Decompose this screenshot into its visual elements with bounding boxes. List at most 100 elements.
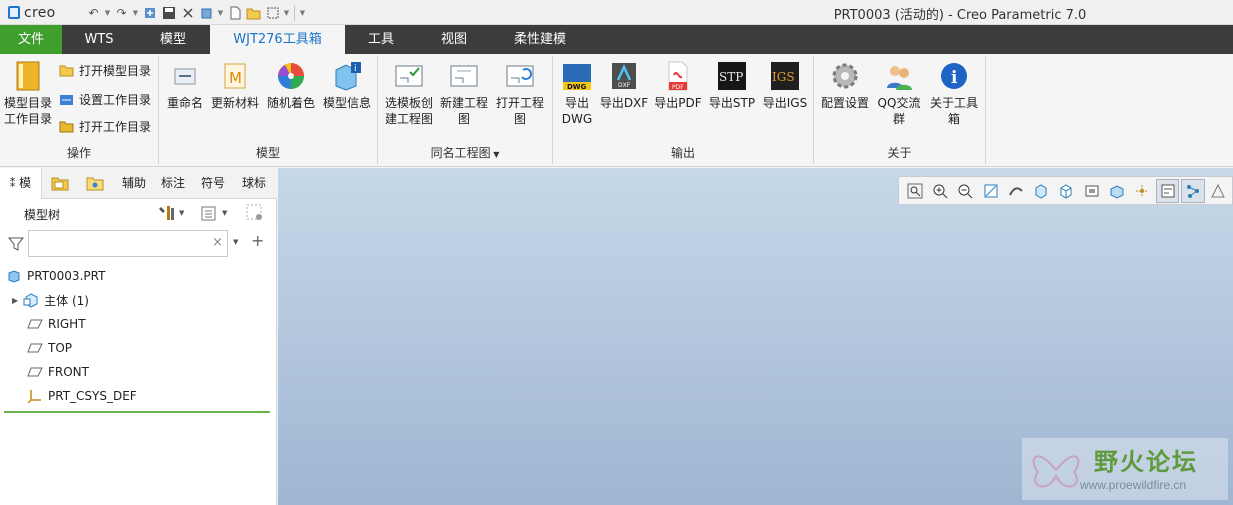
tab-tools[interactable]: 工具 bbox=[345, 25, 417, 54]
tab-annotation[interactable]: 标注 bbox=[154, 168, 192, 199]
perspective-icon[interactable] bbox=[1080, 179, 1103, 203]
clear-filter-icon[interactable]: × bbox=[212, 235, 223, 250]
open-drawing-button[interactable]: 打开工程 图 bbox=[494, 60, 546, 127]
windows-dropdown-icon[interactable]: ▼ bbox=[216, 3, 225, 22]
select-box-icon[interactable] bbox=[263, 3, 282, 22]
open-model-dir-button[interactable]: 打开模型目录 bbox=[59, 61, 151, 79]
qq-group-button[interactable]: QQ交流 群 bbox=[874, 60, 924, 127]
folder-book-svg bbox=[16, 61, 40, 91]
filter-icon[interactable] bbox=[8, 236, 24, 252]
tab-folder-browser[interactable] bbox=[44, 168, 76, 199]
favorites-folder-icon bbox=[86, 177, 104, 191]
export-stp-button[interactable]: STP 导出STP bbox=[707, 60, 757, 111]
datum-plane-icon bbox=[27, 343, 43, 353]
insert-indicator[interactable] bbox=[4, 411, 270, 413]
view-normal-icon[interactable] bbox=[1105, 179, 1128, 203]
saved-orientations-icon[interactable] bbox=[1029, 179, 1052, 203]
annotation-display-icon[interactable] bbox=[1181, 178, 1205, 203]
tab-file[interactable]: 文件 bbox=[0, 25, 62, 54]
tab-flexible-modeling[interactable]: 柔性建模 bbox=[491, 25, 589, 54]
tree-search-input[interactable] bbox=[28, 230, 228, 257]
tab-symbol[interactable]: 符号 bbox=[194, 168, 232, 199]
expand-arrow-icon[interactable]: ▶ bbox=[12, 296, 18, 305]
open-folder-icon[interactable] bbox=[244, 3, 263, 22]
gear-svg bbox=[832, 63, 858, 89]
filter-dropdown-icon[interactable]: ▼ bbox=[233, 238, 238, 246]
repaint-icon[interactable] bbox=[979, 179, 1002, 203]
zoom-out-icon[interactable] bbox=[954, 179, 977, 203]
model-tree-title: 模型树 bbox=[24, 208, 61, 222]
tree-item-part[interactable]: PRT0003.PRT bbox=[0, 264, 277, 288]
spin-center-icon[interactable] bbox=[1131, 179, 1154, 203]
new-file-icon[interactable] bbox=[225, 3, 244, 22]
zoom-out-svg bbox=[958, 184, 973, 198]
rename-svg bbox=[174, 68, 196, 85]
part-icon bbox=[8, 270, 20, 283]
more-display-icon[interactable] bbox=[1207, 179, 1230, 203]
save-icon[interactable] bbox=[159, 3, 178, 22]
about-toolbox-button[interactable]: i 关于工具 箱 bbox=[926, 60, 982, 127]
tab-wts[interactable]: WTS bbox=[62, 25, 136, 54]
tree-item-csys[interactable]: PRT_CSYS_DEF bbox=[0, 384, 277, 408]
graphics-window[interactable]: 野火论坛 www.proewildfire.cn bbox=[278, 168, 1233, 505]
undo-icon[interactable]: ↶ bbox=[84, 3, 103, 22]
model-dir-work-dir-button[interactable]: 模型目录 工作目录 bbox=[2, 60, 54, 127]
tab-balloon[interactable]: 球标 bbox=[234, 168, 274, 199]
refit-svg bbox=[907, 183, 923, 198]
rename-button[interactable]: 重命名 bbox=[164, 60, 206, 111]
export-igs-button[interactable]: IGS 导出IGS bbox=[759, 60, 811, 111]
datum-display-icon[interactable] bbox=[1155, 178, 1180, 203]
tab-favorites[interactable] bbox=[78, 168, 112, 199]
customize-qat-icon[interactable]: ▼ bbox=[298, 3, 307, 22]
display-style-icon[interactable] bbox=[1004, 179, 1027, 203]
tree-columns-button[interactable] bbox=[246, 204, 264, 222]
tab-wjt276-toolbox[interactable]: WJT276工具箱 bbox=[210, 25, 345, 54]
tree-filter-settings-button[interactable]: ▼ bbox=[201, 204, 227, 222]
tab-auxiliary[interactable]: 辅助 bbox=[116, 168, 152, 199]
tree-item-top[interactable]: TOP bbox=[0, 336, 277, 360]
export-dwg-button[interactable]: DWG 导出 DWG bbox=[557, 60, 597, 127]
tab-model[interactable]: 模型 bbox=[136, 25, 210, 54]
model-info-button[interactable]: i 模型信息 bbox=[320, 60, 374, 111]
tree-item-right[interactable]: RIGHT bbox=[0, 312, 277, 336]
qq-group-line2: 群 bbox=[892, 112, 905, 126]
view-manager-icon[interactable] bbox=[1055, 179, 1078, 203]
set-work-dir-button[interactable]: 设置工作目录 bbox=[59, 90, 151, 108]
butterfly-logo-icon bbox=[1032, 455, 1080, 488]
zoom-in-icon[interactable] bbox=[928, 179, 951, 203]
export-pdf-button[interactable]: PDF 导出PDF bbox=[653, 60, 703, 111]
undo-dropdown-icon[interactable]: ▼ bbox=[103, 3, 112, 22]
tab-model-tree[interactable]: ⁑ 模 bbox=[0, 168, 42, 199]
tree-settings-button[interactable]: ▼ bbox=[158, 204, 184, 222]
windows-icon[interactable] bbox=[197, 3, 216, 22]
tab-view[interactable]: 视图 bbox=[417, 25, 491, 54]
open-work-dir-button[interactable]: 打开工作目录 bbox=[59, 117, 151, 135]
update-material-button[interactable]: M 更新材料 bbox=[208, 60, 262, 111]
qq-group-line1: QQ交流 bbox=[877, 96, 921, 110]
regenerate-icon[interactable] bbox=[140, 3, 159, 22]
template-create-drawing-button[interactable]: 选模板创 建工程图 bbox=[383, 60, 435, 127]
tree-item-body[interactable]: ▶ 主体 (1) bbox=[0, 288, 277, 312]
config-settings-button[interactable]: 配置设置 bbox=[818, 60, 872, 111]
refit-icon[interactable] bbox=[903, 179, 926, 203]
redo-dropdown-icon[interactable]: ▼ bbox=[131, 3, 140, 22]
random-color-button[interactable]: 随机着色 bbox=[264, 60, 318, 111]
tree-settings-dropdown-icon: ▼ bbox=[179, 209, 185, 217]
list-icon bbox=[201, 206, 216, 221]
export-dxf-label: 导出DXF bbox=[599, 96, 649, 110]
close-window-icon[interactable] bbox=[178, 3, 197, 22]
new-drawing-button[interactable]: 新建工程 图 bbox=[438, 60, 490, 127]
export-dwg-line2: DWG bbox=[561, 112, 593, 126]
add-filter-icon[interactable]: + bbox=[251, 231, 264, 250]
windows-svg bbox=[201, 8, 211, 18]
export-dxf-button[interactable]: DXF 导出DXF bbox=[599, 60, 649, 111]
grid-settings-icon bbox=[246, 204, 262, 220]
redo-icon[interactable]: ↷ bbox=[112, 3, 131, 22]
perspective-svg bbox=[1085, 185, 1099, 196]
group-drawing-label[interactable]: 同名工程图 ▼ bbox=[378, 144, 552, 161]
color-wheel-icon bbox=[276, 60, 306, 92]
template-drawing-line1: 选模板创 bbox=[384, 96, 433, 110]
tree-item-front[interactable]: FRONT bbox=[0, 360, 277, 384]
template-drawing-line2: 建工程图 bbox=[384, 112, 433, 126]
select-box-dropdown-icon[interactable]: ▼ bbox=[282, 3, 291, 22]
